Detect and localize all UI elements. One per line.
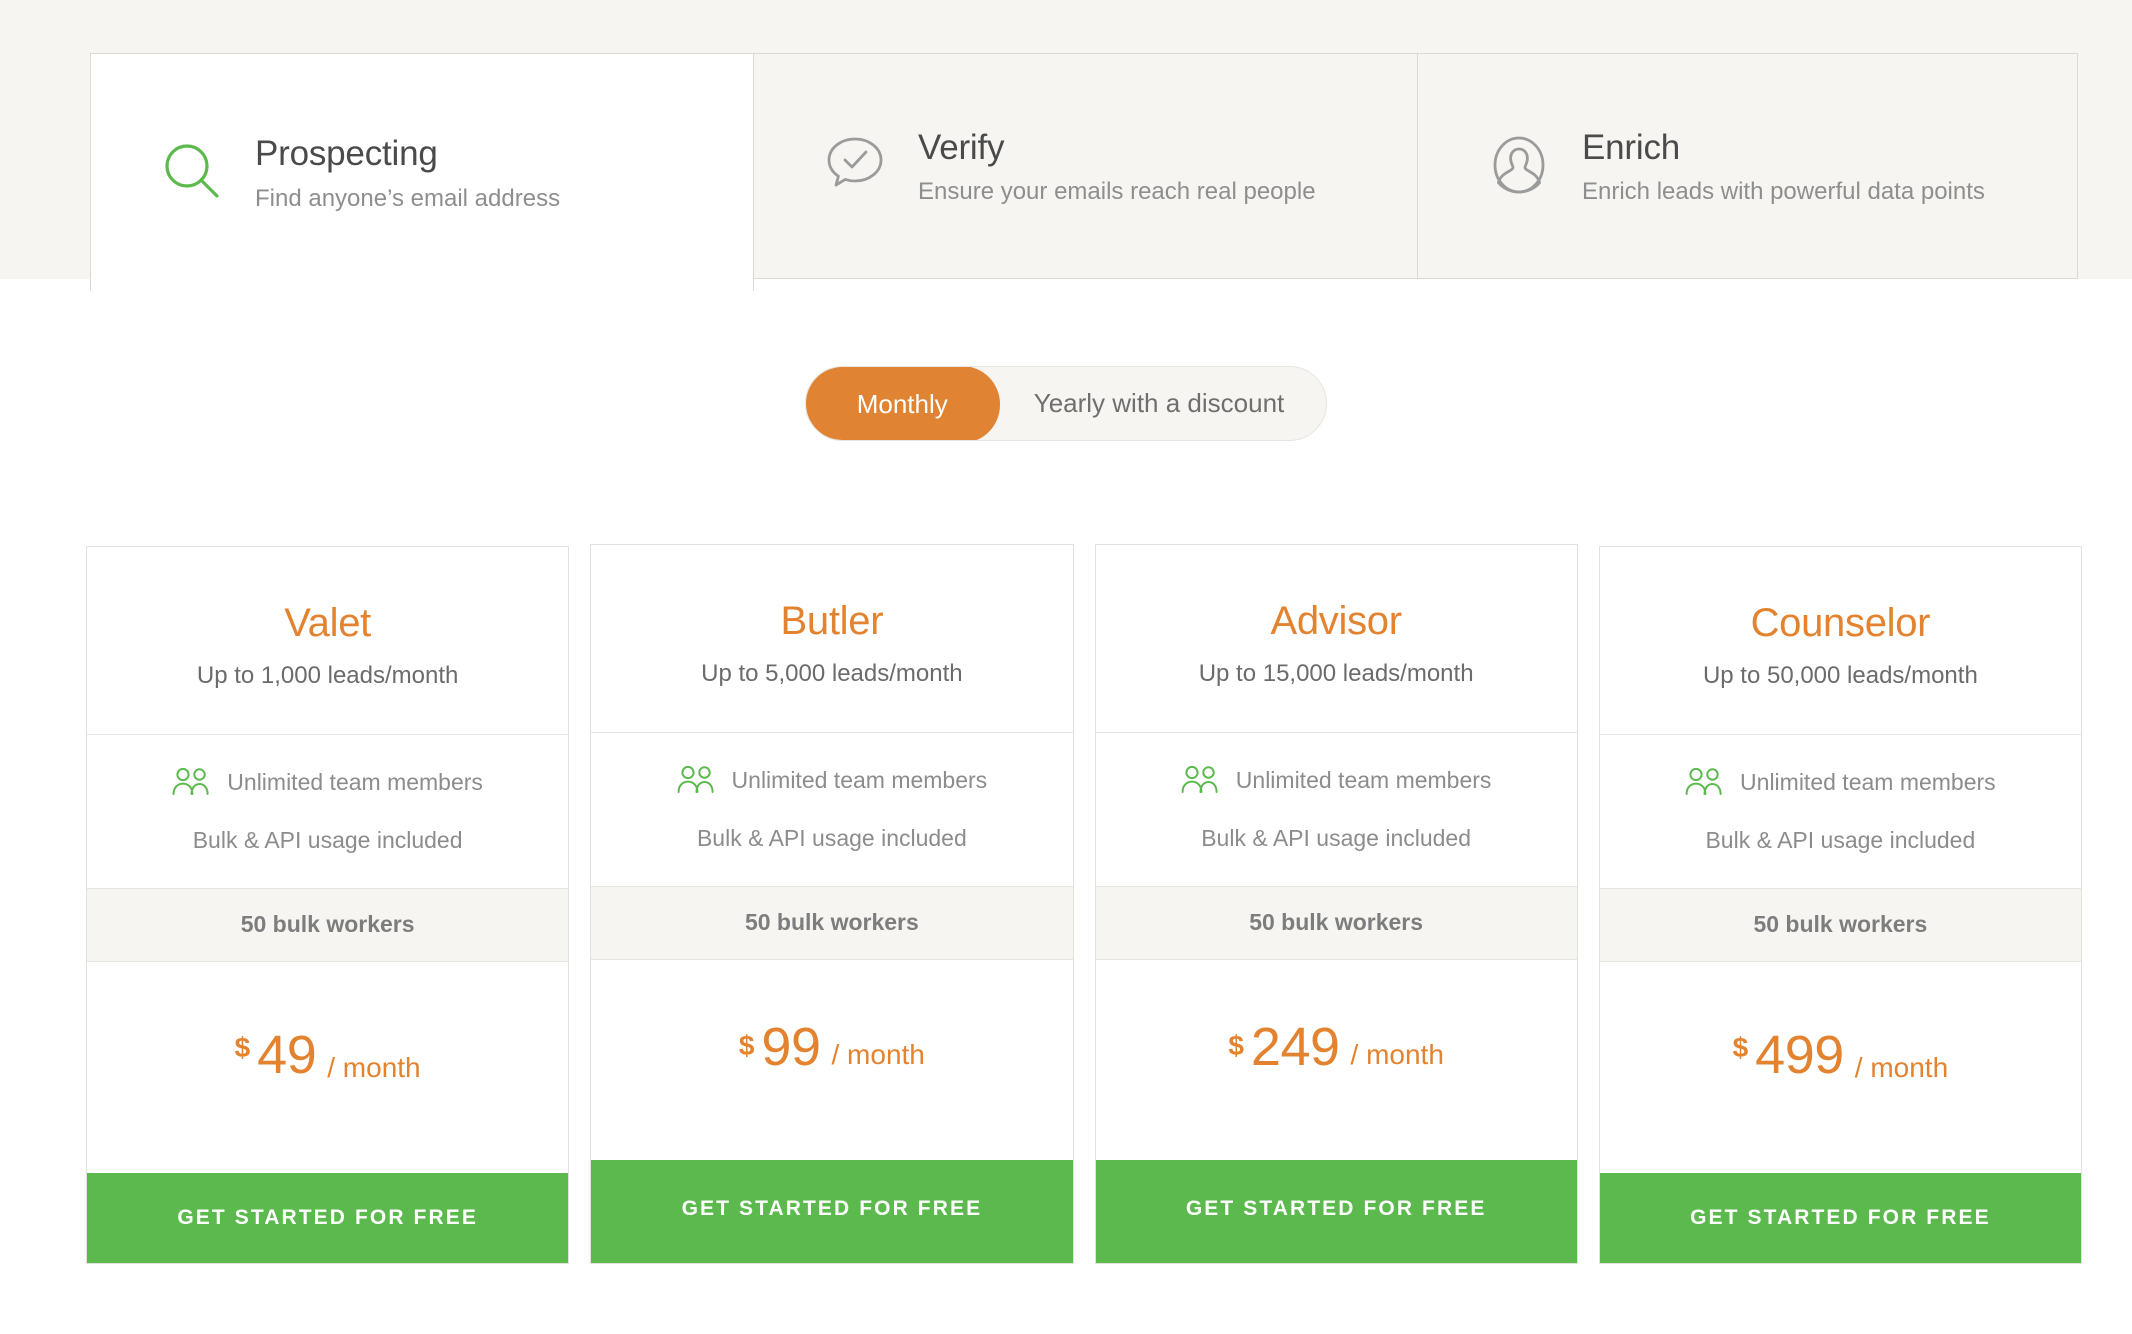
feature-team-valet: Unlimited team members — [97, 767, 558, 797]
price-currency-advisor: $ — [1228, 1030, 1244, 1061]
plan-leads-counselor: Up to 50,000 leads/month — [1702, 662, 1978, 689]
plan-leads-butler: Up to 5,000 leads/month — [701, 660, 963, 687]
pricing-card-counselor: Counselor Up to 50,000 leads/month Unlim… — [1598, 546, 2082, 1264]
billing-toggle-wrapper: Monthly Yearly with a discount — [0, 366, 2132, 441]
product-tabs: Prospecting Find anyone’s email address … — [90, 53, 2078, 291]
plan-leads-valet: Up to 1,000 leads/month — [196, 662, 459, 689]
price-valet: $ 49 / month — [87, 962, 568, 1173]
plan-name-butler: Butler — [780, 599, 884, 643]
plan-name-counselor: Counselor — [1750, 601, 1931, 645]
feature-team-label-valet: Unlimited team members — [227, 768, 483, 795]
two-people-icon — [1181, 765, 1219, 795]
pricing-cards: Valet Up to 1,000 leads/month Unlimited … — [86, 544, 2082, 1264]
workers-row-butler: 50 bulk workers — [591, 887, 1073, 960]
price-currency-counselor: $ — [1732, 1032, 1749, 1063]
price-currency-butler: $ — [738, 1030, 755, 1061]
billing-toggle[interactable]: Monthly Yearly with a discount — [804, 366, 1328, 441]
card-header-advisor: Advisor Up to 15,000 leads/month — [1095, 545, 1577, 733]
workers-row-advisor: 50 bulk workers — [1095, 887, 1577, 960]
plan-name-valet: Valet — [284, 601, 371, 645]
plan-leads-advisor: Up to 15,000 leads/month — [1198, 660, 1474, 687]
workers-row-valet: 50 bulk workers — [87, 889, 569, 962]
two-people-icon — [1685, 767, 1723, 797]
features-advisor: Unlimited team members Bulk & API usage … — [1095, 733, 1577, 887]
price-counselor: $ 499 / month — [1600, 962, 2081, 1173]
billing-toggle-yearly[interactable]: Yearly with a discount — [1000, 367, 1327, 440]
plan-name-advisor: Advisor — [1270, 599, 1402, 643]
tab-enrich-title: Enrich — [1582, 127, 1681, 167]
tab-verify[interactable]: Verify Ensure your emails reach real peo… — [754, 53, 1418, 279]
price-amount-valet: 49 — [257, 1024, 317, 1085]
feature-bulk-advisor: Bulk & API usage included — [1201, 825, 1472, 851]
tab-prospecting[interactable]: Prospecting Find anyone’s email address — [90, 53, 754, 291]
feature-team-advisor: Unlimited team members — [1106, 765, 1567, 795]
two-people-icon — [172, 767, 210, 797]
price-amount-butler: 99 — [761, 1017, 821, 1077]
price-currency-valet: $ — [234, 1032, 251, 1063]
pricing-card-butler: Butler Up to 5,000 leads/month Unlimited… — [590, 544, 1074, 1264]
feature-bulk-butler: Bulk & API usage included — [696, 825, 967, 851]
tab-verify-subtitle: Ensure your emails reach real people — [918, 178, 1316, 206]
price-period-counselor: / month — [1854, 1052, 1949, 1083]
pricing-card-valet: Valet Up to 1,000 leads/month Unlimited … — [86, 546, 570, 1264]
get-started-button-counselor[interactable]: GET STARTED FOR FREE — [1599, 1173, 2081, 1263]
get-started-button-valet[interactable]: GET STARTED FOR FREE — [87, 1173, 569, 1263]
feature-team-label-butler: Unlimited team members — [731, 766, 988, 793]
feature-team-butler: Unlimited team members — [601, 765, 1062, 795]
price-period-advisor: / month — [1350, 1039, 1444, 1070]
workers-row-counselor: 50 bulk workers — [1599, 889, 2081, 962]
tab-prospecting-text: Prospecting Find anyone’s email address — [255, 131, 560, 213]
search-icon — [153, 134, 231, 212]
tab-prospecting-title: Prospecting — [255, 134, 438, 174]
card-header-butler: Butler Up to 5,000 leads/month — [591, 545, 1073, 733]
price-period-valet: / month — [327, 1052, 421, 1083]
billing-toggle-monthly[interactable]: Monthly — [805, 367, 1000, 440]
get-started-button-butler[interactable]: GET STARTED FOR FREE — [591, 1160, 1073, 1263]
price-amount-advisor: 249 — [1250, 1017, 1340, 1077]
get-started-button-advisor[interactable]: GET STARTED FOR FREE — [1095, 1160, 1577, 1263]
person-avatar-icon — [1480, 127, 1558, 205]
features-valet: Unlimited team members Bulk & API usage … — [87, 735, 569, 889]
price-period-butler: / month — [831, 1039, 925, 1070]
features-counselor: Unlimited team members Bulk & API usage … — [1599, 735, 2081, 889]
tab-enrich[interactable]: Enrich Enrich leads with powerful data p… — [1418, 53, 2078, 279]
pricing-card-advisor: Advisor Up to 15,000 leads/month Unlimit… — [1094, 544, 1578, 1264]
tab-verify-text: Verify Ensure your emails reach real peo… — [918, 125, 1316, 207]
product-tabs-band: Prospecting Find anyone’s email address … — [0, 0, 2132, 291]
tab-verify-title: Verify — [918, 127, 1005, 167]
speech-bubble-check-icon — [816, 127, 894, 205]
tab-enrich-text: Enrich Enrich leads with powerful data p… — [1582, 125, 1985, 207]
tab-prospecting-subtitle: Find anyone’s email address — [255, 184, 561, 212]
feature-bulk-counselor: Bulk & API usage included — [1705, 827, 1976, 853]
feature-team-counselor: Unlimited team members — [1610, 767, 2071, 797]
card-header-valet: Valet Up to 1,000 leads/month — [87, 547, 569, 735]
tab-enrich-subtitle: Enrich leads with powerful data points — [1582, 178, 1985, 206]
price-amount-counselor: 499 — [1755, 1024, 1844, 1085]
two-people-icon — [677, 765, 715, 795]
price-butler: $ 99 / month — [591, 960, 1072, 1160]
feature-bulk-valet: Bulk & API usage included — [192, 827, 463, 853]
card-header-counselor: Counselor Up to 50,000 leads/month — [1599, 547, 2081, 735]
feature-team-label-counselor: Unlimited team members — [1740, 768, 1996, 795]
features-butler: Unlimited team members Bulk & API usage … — [591, 733, 1073, 887]
price-advisor: $ 249 / month — [1096, 960, 1577, 1160]
feature-team-label-advisor: Unlimited team members — [1235, 766, 1492, 793]
